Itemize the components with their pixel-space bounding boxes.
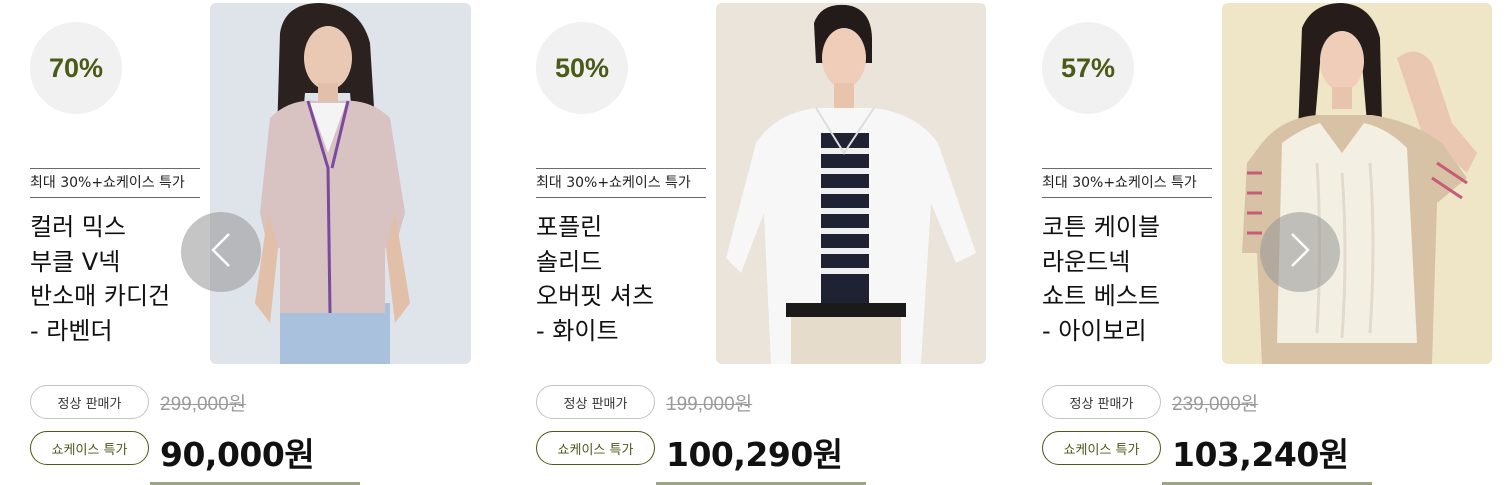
product-name-line: - 화이트 [536, 316, 619, 345]
original-price: 239,000원 [1172, 394, 1259, 415]
promo-label: 최대 30%+쇼케이스 특가 [1042, 168, 1212, 198]
product-name[interactable]: 코튼 케이블 라운드넥 쇼트 베스트 - 아이보리 [1042, 210, 1217, 348]
chevron-right-icon [1288, 230, 1312, 274]
carousel-next-button[interactable] [1260, 212, 1340, 292]
product-card-1[interactable]: 70% 최대 30%+쇼케이스 특가 컬러 믹스 부클 V넥 반소매 카디건 -… [30, 0, 500, 485]
product-image[interactable] [716, 3, 986, 364]
product-name-line: 포플린 [536, 213, 603, 241]
regular-price-label: 정상 판매가 [30, 385, 149, 419]
product-name-line: 컬러 믹스 [30, 213, 126, 241]
special-price-label: 쇼케이스 특가 [536, 431, 655, 465]
discount-badge: 50% [536, 22, 628, 114]
product-name-line: - 아이보리 [1042, 316, 1147, 345]
product-name[interactable]: 포플린 솔리드 오버핏 셔츠 - 화이트 [536, 210, 711, 348]
original-price: 199,000원 [666, 394, 753, 415]
regular-price-label: 정상 판매가 [1042, 385, 1161, 419]
product-name[interactable]: 컬러 믹스 부클 V넥 반소매 카디건 - 라벤더 [30, 210, 205, 348]
product-name-line: 솔리드 [536, 247, 603, 276]
special-price-label: 쇼케이스 특가 [1042, 431, 1161, 465]
carousel-prev-button[interactable] [181, 212, 261, 292]
special-price-label: 쇼케이스 특가 [30, 431, 149, 465]
product-name-line: 부클 V넥 [30, 247, 121, 276]
product-name-line: 반소매 카디건 [30, 282, 171, 310]
product-name-line: 오버핏 셔츠 [536, 282, 655, 310]
product-image[interactable] [210, 3, 471, 364]
promo-label: 최대 30%+쇼케이스 특가 [536, 168, 706, 198]
product-carousel: 70% 최대 30%+쇼케이스 특가 컬러 믹스 부클 V넥 반소매 카디건 -… [0, 0, 1512, 485]
product-name-line: 코튼 케이블 [1042, 213, 1161, 241]
product-name-line: 라운드넥 [1042, 247, 1131, 276]
sale-price: 100,290원 [666, 435, 843, 474]
product-name-line: 쇼트 베스트 [1042, 282, 1161, 310]
sale-price: 103,240원 [1172, 435, 1349, 474]
chevron-left-icon [209, 230, 233, 274]
original-price: 299,000원 [160, 394, 247, 415]
discount-badge: 57% [1042, 22, 1134, 114]
product-card-2[interactable]: 50% 최대 30%+쇼케이스 특가 포플린 솔리드 오버핏 셔츠 - 화이트 [536, 0, 1006, 485]
sale-price: 90,000원 [160, 435, 315, 474]
promo-label: 최대 30%+쇼케이스 특가 [30, 168, 200, 198]
discount-badge: 70% [30, 22, 122, 114]
product-name-line: - 라벤더 [30, 316, 113, 345]
product-image[interactable] [1222, 3, 1492, 364]
regular-price-label: 정상 판매가 [536, 385, 655, 419]
